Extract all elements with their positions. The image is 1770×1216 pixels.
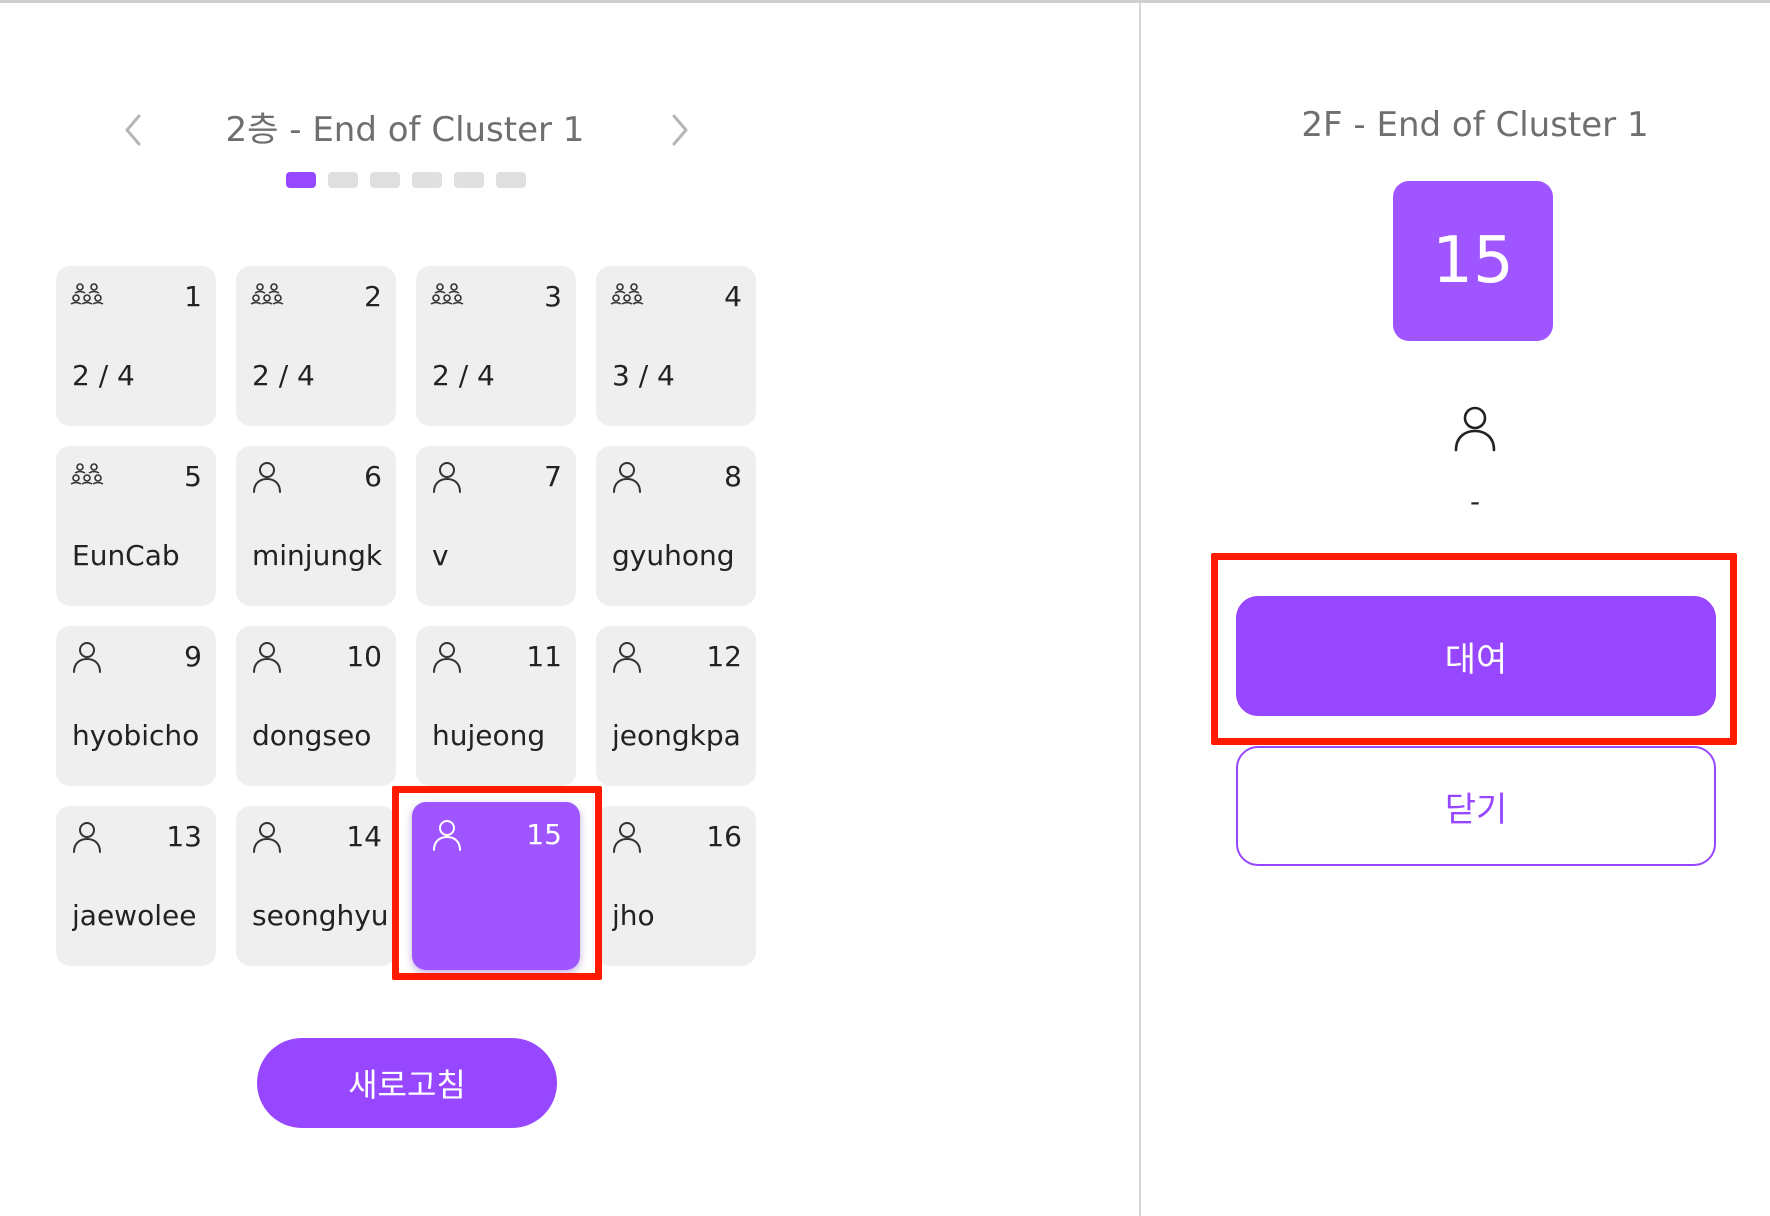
seat-number: 1 [184,280,202,313]
highlight-box-selected-seat [392,786,602,980]
seat-occupant: 2 / 4 [72,359,135,392]
person-icon [610,640,644,674]
seat-tile-8[interactable]: 8 gyuhong [596,446,756,606]
person-icon [70,640,104,674]
top-border [0,0,1770,3]
seat-number: 11 [526,640,562,673]
seat-tile-12[interactable]: 12 jeongkpa [596,626,756,786]
seat-tile-9[interactable]: 9 hyobicho [56,626,216,786]
person-icon [250,640,284,674]
page-dot-6[interactable] [496,172,526,188]
page-dot-5[interactable] [454,172,484,188]
seat-occupant: hujeong [432,719,546,752]
page-dot-3[interactable] [370,172,400,188]
person-icon [610,460,644,494]
person-icon [250,460,284,494]
app-frame: 2층 - End of Cluster 1 1 2 / 4 2 2 / 4 3 2 / 4… [0,0,1770,1216]
seat-number: 9 [184,640,202,673]
person-icon [250,820,284,854]
seat-number: 2 [364,280,382,313]
seat-tile-16[interactable]: 16 jho [596,806,756,966]
seat-tile-3[interactable]: 3 2 / 4 [416,266,576,426]
seat-tile-4[interactable]: 4 3 / 4 [596,266,756,426]
seat-tile-6[interactable]: 6 minjungk [236,446,396,606]
seat-number: 10 [346,640,382,673]
seat-occupant: minjungk [252,539,383,572]
seat-occupant: EunCab [72,539,180,572]
seat-tile-14[interactable]: 14 seonghyu [236,806,396,966]
group-icon [610,280,644,314]
seat-occupant: 2 / 4 [252,359,315,392]
seat-occupant: v [432,539,449,572]
seat-tile-5[interactable]: 5 EunCab [56,446,216,606]
pagination-dots [286,172,526,188]
seat-occupant: seonghyu [252,899,389,932]
seat-tile-1[interactable]: 1 2 / 4 [56,266,216,426]
seat-number: 7 [544,460,562,493]
seat-number: 4 [724,280,742,313]
seat-occupant: jeongkpa [612,719,741,752]
chevron-left-icon [125,114,141,146]
page-dot-4[interactable] [412,172,442,188]
person-icon [70,820,104,854]
refresh-button[interactable]: 새로고침 [257,1038,557,1128]
chevron-right-icon [672,114,688,146]
seat-occupant: hyobicho [72,719,200,752]
group-icon [250,280,284,314]
group-icon [70,460,104,494]
close-button[interactable]: 닫기 [1236,746,1716,866]
person-icon [430,460,464,494]
detail-user-name: - [1469,485,1481,518]
detail-title: 2F - End of Cluster 1 [1301,105,1649,145]
seat-tile-13[interactable]: 13 jaewolee [56,806,216,966]
seat-tile-7[interactable]: 7v [416,446,576,606]
seat-occupant: jho [612,899,655,932]
detail-seat-number: 15 [1393,181,1553,341]
person-icon [610,820,644,854]
panel-divider [1139,3,1141,1216]
prev-page-button[interactable] [111,108,155,152]
seat-number: 8 [724,460,742,493]
seat-occupant: gyuhong [612,539,735,572]
seat-number: 12 [706,640,742,673]
seat-tile-11[interactable]: 11 hujeong [416,626,576,786]
seat-occupant: 3 / 4 [612,359,675,392]
person-icon [1452,404,1498,454]
seat-number: 6 [364,460,382,493]
seat-number: 16 [706,820,742,853]
person-icon [430,640,464,674]
page-title: 2층 - End of Cluster 1 [225,110,585,150]
seat-occupant: jaewolee [72,899,197,932]
highlight-box-rent [1211,553,1737,745]
seat-occupant: 2 / 4 [432,359,495,392]
group-icon [70,280,104,314]
seat-number: 14 [346,820,382,853]
page-dot-2[interactable] [328,172,358,188]
seat-number: 5 [184,460,202,493]
group-icon [430,280,464,314]
seat-occupant: dongseo [252,719,372,752]
next-page-button[interactable] [658,108,702,152]
seat-tile-10[interactable]: 10 dongseo [236,626,396,786]
page-dot-1[interactable] [286,172,316,188]
seat-number: 13 [166,820,202,853]
seat-tile-2[interactable]: 2 2 / 4 [236,266,396,426]
seat-number: 3 [544,280,562,313]
